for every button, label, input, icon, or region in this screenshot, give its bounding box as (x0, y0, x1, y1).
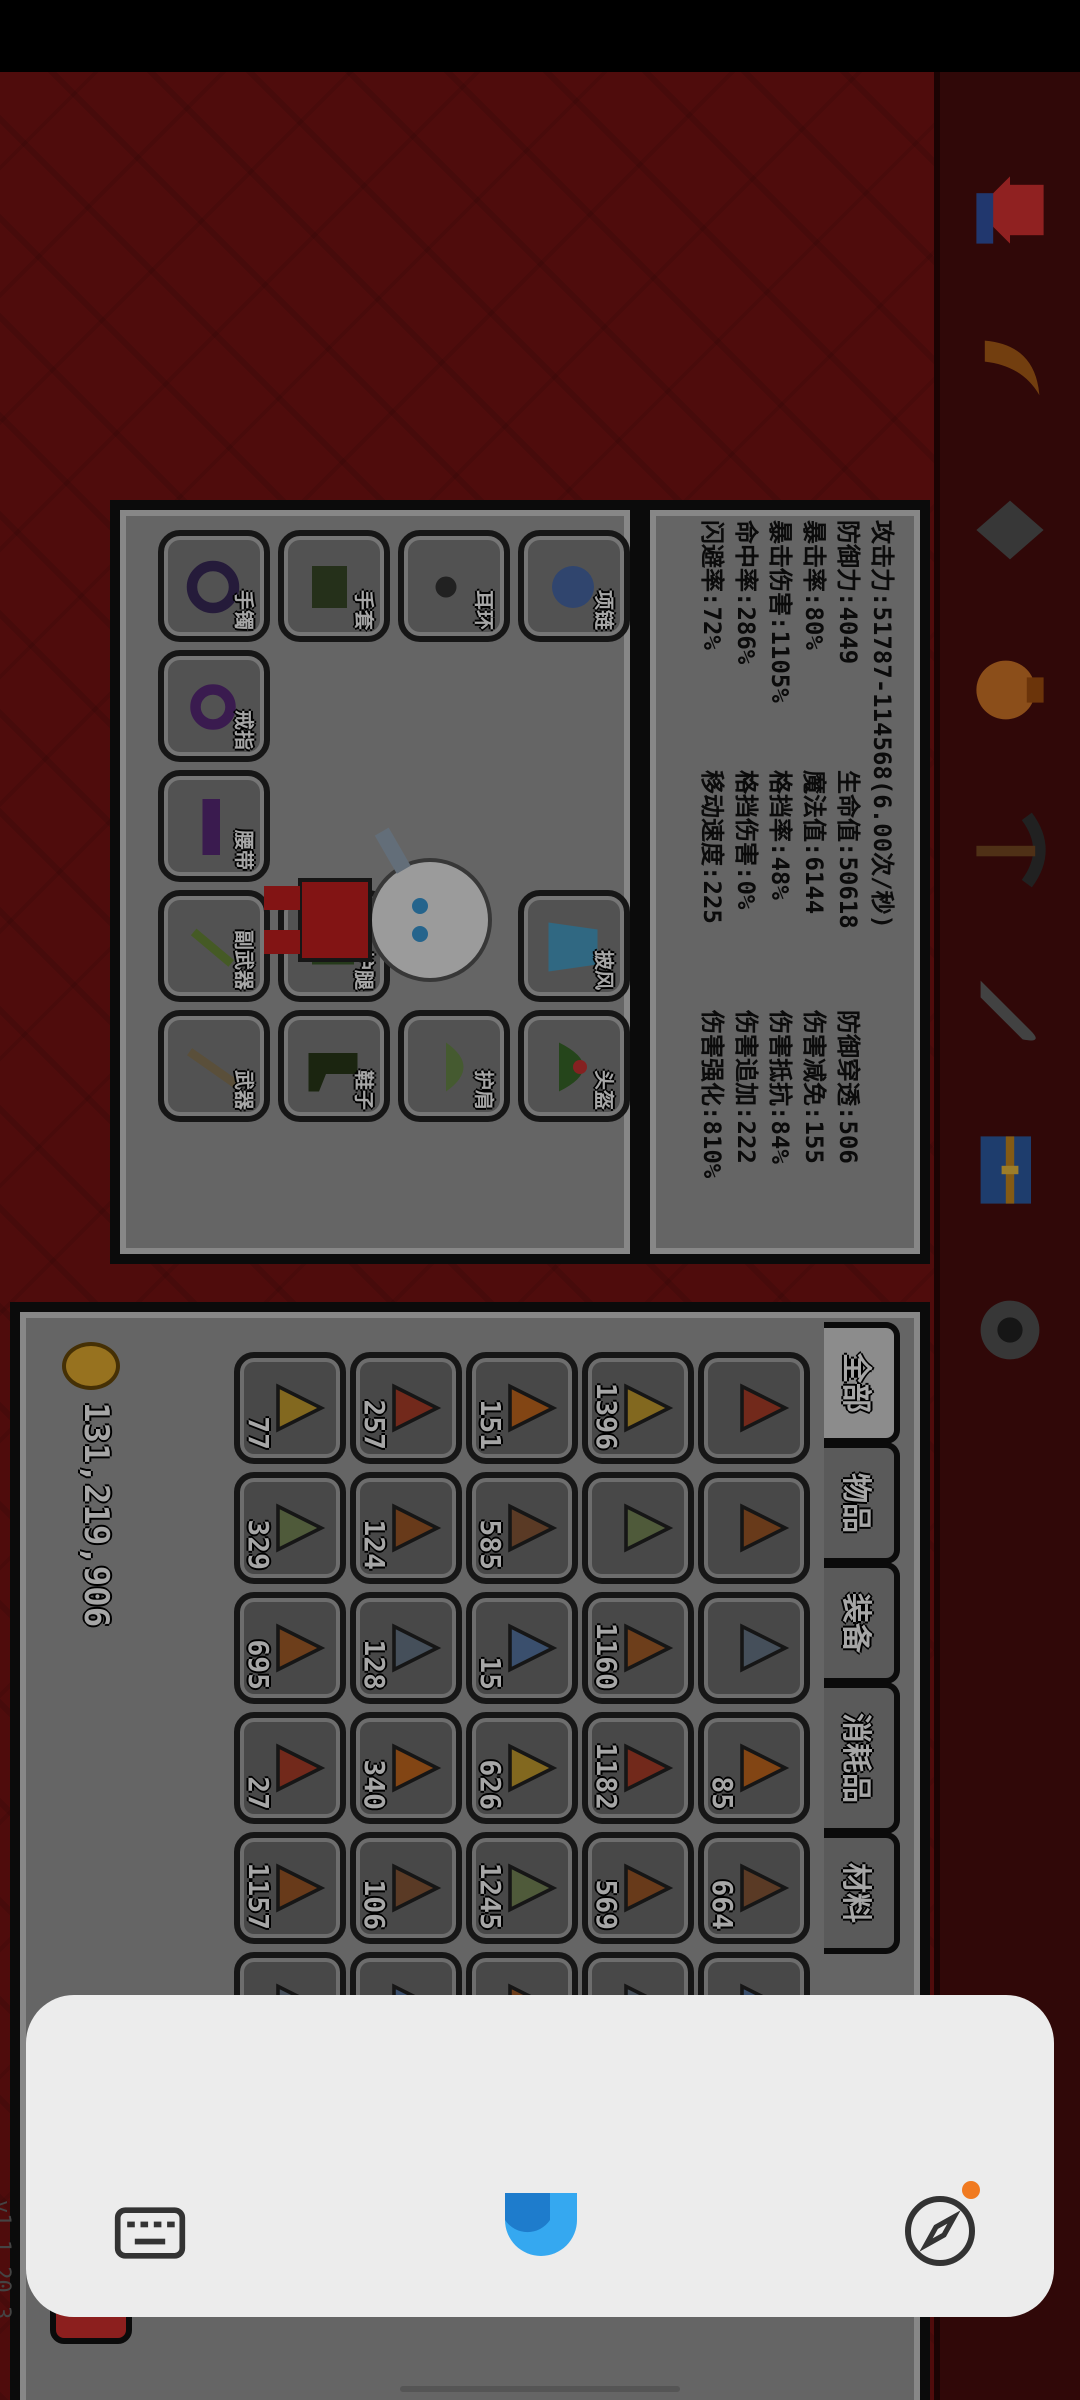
version-label: v1.1.20.3 (0, 2200, 14, 2320)
compass-icon[interactable] (900, 2191, 980, 2271)
assistant-sheet[interactable] (26, 1995, 1054, 2317)
voice-assistant-icon[interactable] (496, 2175, 586, 2265)
status-bar (0, 0, 1080, 72)
gesture-bar[interactable] (400, 2386, 680, 2392)
keyboard-icon[interactable] (112, 2195, 188, 2271)
notification-dot (962, 2181, 980, 2199)
